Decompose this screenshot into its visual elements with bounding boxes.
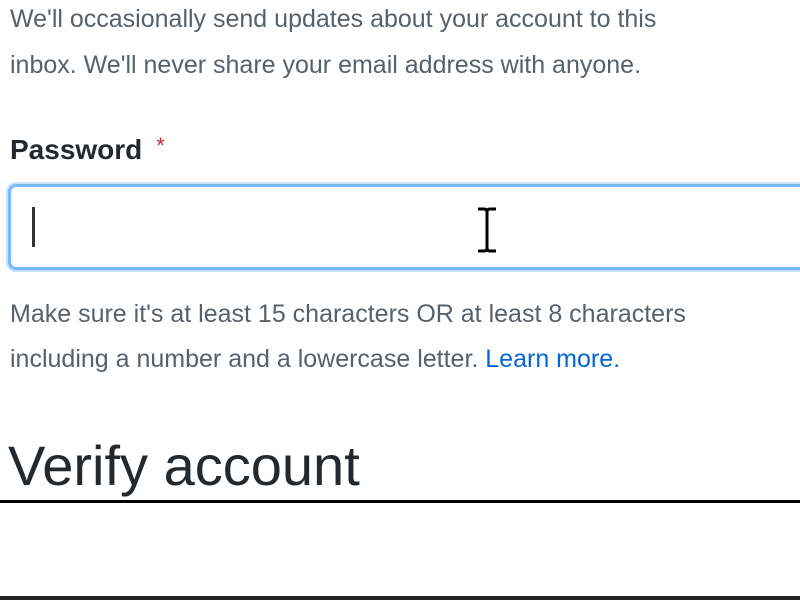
verify-account-heading: Verify account: [8, 434, 360, 497]
divider-bottom: [0, 596, 800, 600]
email-help-line-2: inbox. We'll never share your email addr…: [10, 51, 642, 79]
password-label-row: Password *: [10, 130, 165, 170]
blank-panel: [0, 503, 800, 596]
email-help-line-1: We'll occasionally send updates about yo…: [10, 5, 657, 33]
password-label: Password: [10, 134, 143, 165]
browser-viewport: We'll occasionally send updates about yo…: [0, 0, 800, 600]
password-help-line-1: Make sure it's at least 15 characters OR…: [10, 300, 686, 328]
password-help-line-2-text: including a number and a lowercase lette…: [10, 345, 486, 373]
ibeam-icon: [478, 207, 496, 253]
text-caret: [32, 207, 35, 247]
required-marker: *: [156, 133, 165, 158]
password-input[interactable]: [11, 187, 800, 267]
email-help-text: We'll occasionally send updates about yo…: [10, 0, 800, 88]
password-help-line-2: including a number and a lowercase lette…: [10, 337, 800, 382]
password-help-text: Make sure it's at least 15 characters OR…: [10, 292, 800, 382]
signup-form: We'll occasionally send updates about yo…: [0, 0, 800, 502]
learn-more-link[interactable]: Learn more.: [485, 345, 620, 373]
password-field[interactable]: [8, 184, 800, 270]
